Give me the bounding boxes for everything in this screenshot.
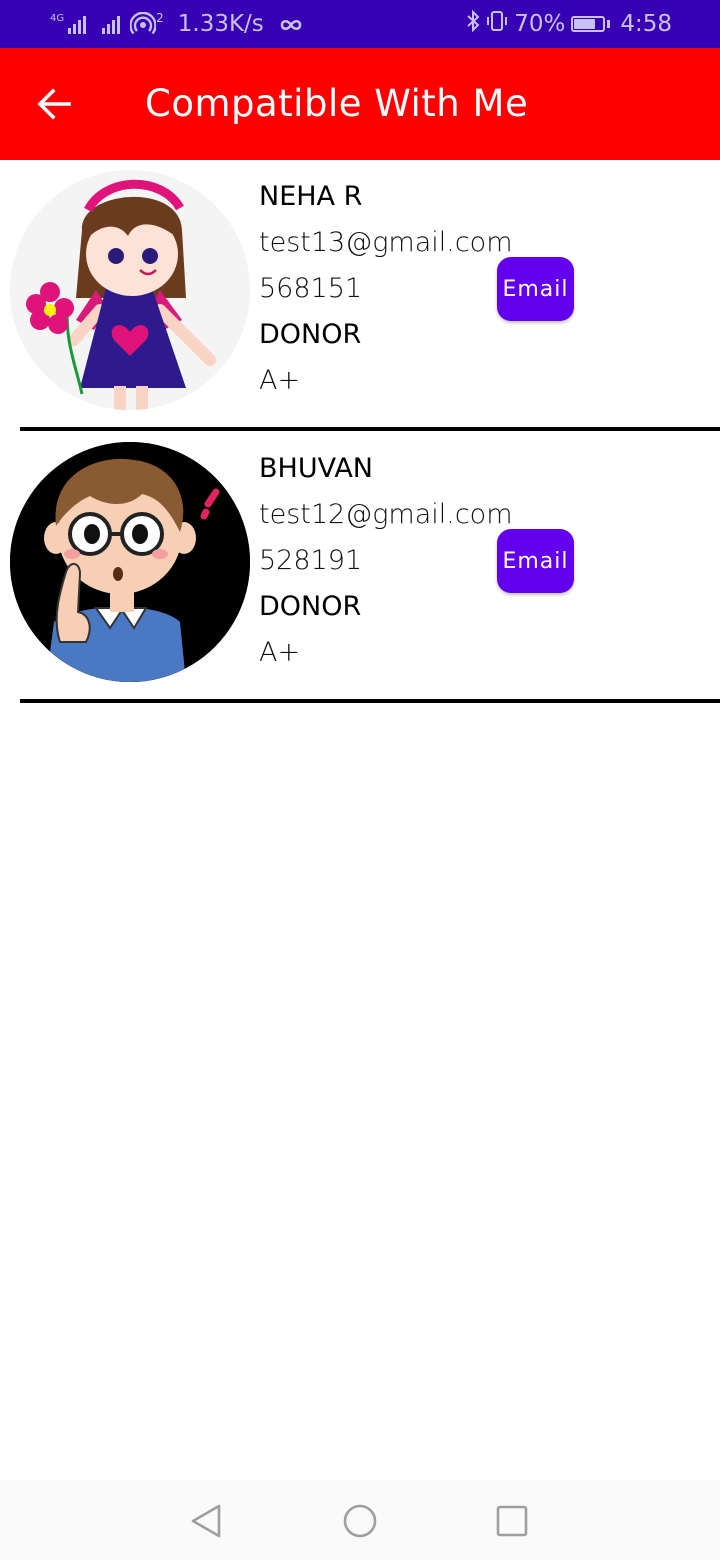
network-type-label: 4G [50, 13, 65, 24]
contact-name: BHUVAN [259, 453, 373, 484]
contact-email: test13@gmail.com [259, 227, 513, 258]
contact-pin: 568151 [259, 273, 363, 304]
square-recents-icon [496, 1505, 528, 1537]
arrow-back-icon [37, 88, 71, 120]
circle-home-icon [343, 1504, 377, 1538]
data-speed: 1.33K/s [177, 11, 264, 37]
email-button[interactable]: Email [497, 257, 574, 321]
system-nav-bar [0, 1480, 720, 1560]
contact-role: DONOR [259, 319, 362, 350]
battery-level [574, 19, 596, 29]
email-button[interactable]: Email [497, 529, 574, 593]
triangle-back-icon [191, 1504, 221, 1538]
battery-icon [571, 16, 606, 32]
divider [20, 427, 720, 431]
vibrate-icon [486, 10, 508, 38]
contact-email: test12@gmail.com [259, 499, 513, 530]
contact-info: NEHA R test13@gmail.com 568151 DONOR A+ [259, 174, 513, 404]
status-bar-left: 4G 2 1.33K/s [50, 9, 302, 39]
contact-name: NEHA R [259, 181, 363, 212]
hotspot-icon: 2 [130, 12, 164, 36]
signal-icon [102, 14, 121, 34]
boy-avatar-icon [10, 442, 250, 682]
girl-avatar-icon [10, 170, 250, 410]
contact-role: DONOR [259, 591, 362, 622]
contact-blood-group: A+ [259, 365, 301, 396]
contact-blood-group: A+ [259, 637, 301, 668]
battery-tip [607, 20, 611, 28]
hotspot-count: 2 [156, 11, 164, 25]
nav-home-button[interactable] [337, 1498, 383, 1544]
list-item: BHUVAN test12@gmail.com 528191 DONOR A+ … [0, 432, 720, 694]
battery-percent: 70% [514, 11, 566, 37]
status-bar: 4G 2 1.33K/s 70% 4:58 [0, 0, 720, 48]
nav-back-button[interactable] [183, 1498, 229, 1544]
page-title: Compatible With Me [145, 82, 529, 125]
clock: 4:58 [620, 11, 672, 37]
signal-4g-icon: 4G [50, 13, 87, 34]
bluetooth-icon [466, 9, 480, 38]
contact-pin: 528191 [259, 545, 363, 576]
nav-recents-button[interactable] [489, 1498, 535, 1544]
back-button[interactable] [24, 74, 84, 134]
divider [20, 699, 720, 703]
list-item: NEHA R test13@gmail.com 568151 DONOR A+ … [0, 160, 720, 422]
status-bar-right: 70% 4:58 [466, 9, 672, 39]
contact-info: BHUVAN test12@gmail.com 528191 DONOR A+ [259, 446, 513, 676]
app-bar: Compatible With Me [0, 48, 720, 160]
infinity-icon [280, 11, 302, 37]
